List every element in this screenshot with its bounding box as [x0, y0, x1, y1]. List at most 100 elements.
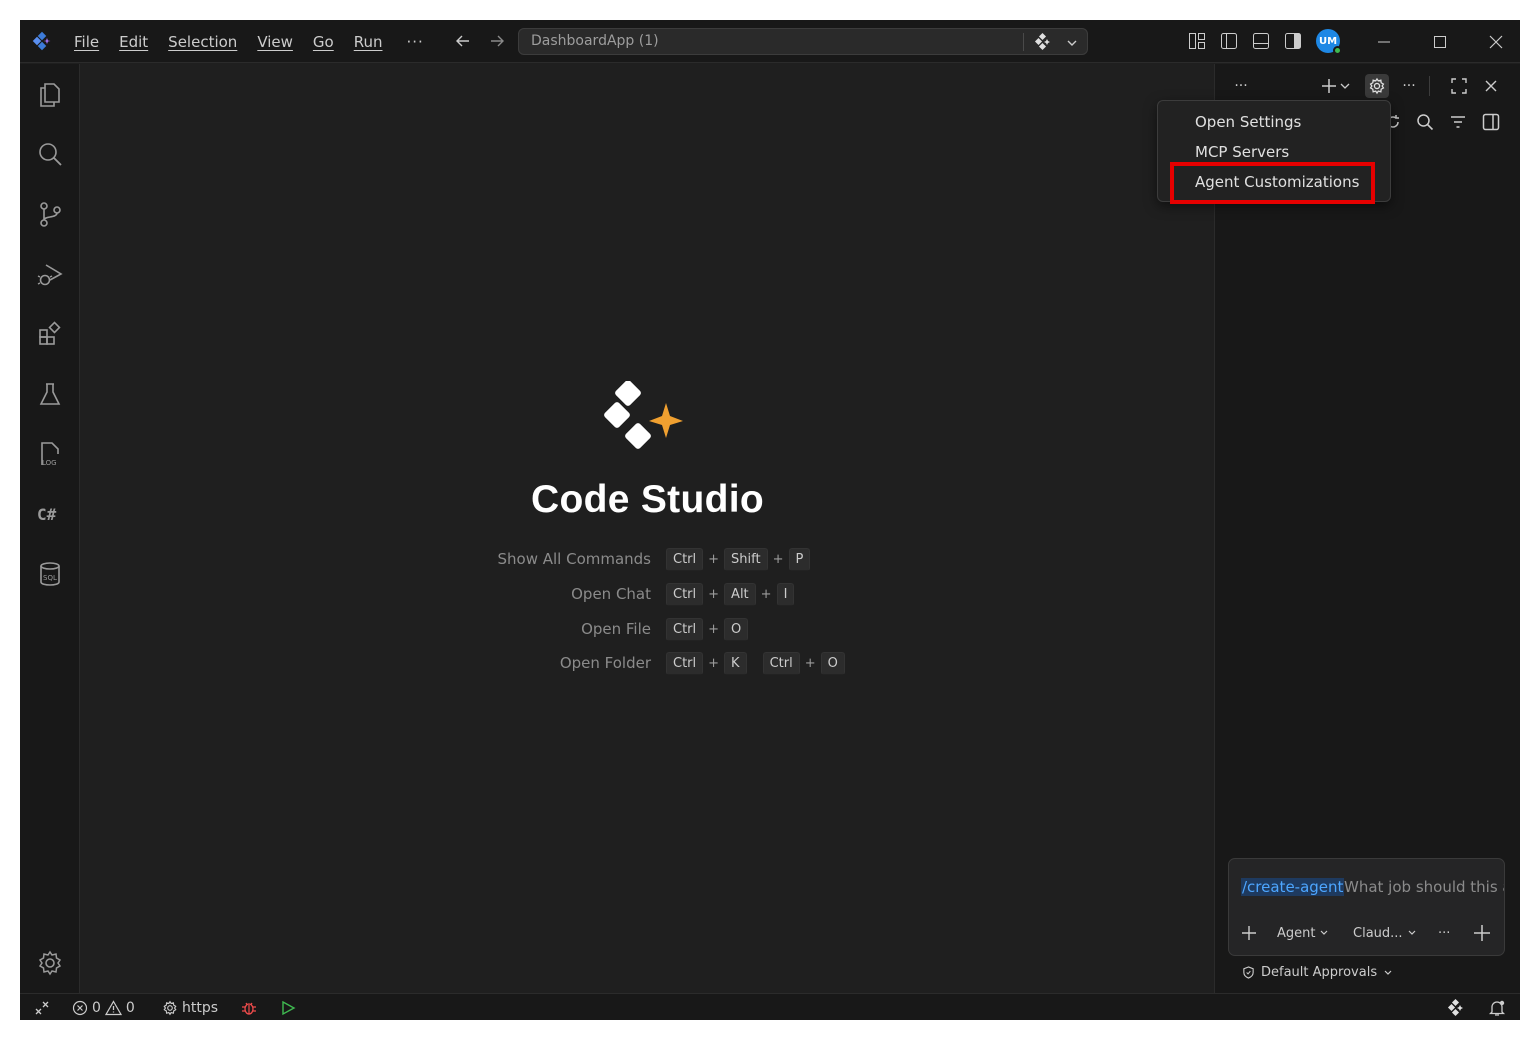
shortcut-label[interactable]: Show All Commands [497, 550, 651, 568]
menu-more-button[interactable]: ··· [393, 33, 438, 51]
shortcut-label[interactable]: Open File [581, 620, 651, 638]
csharp-icon[interactable]: C# [34, 498, 66, 530]
menu-view[interactable]: View [247, 33, 303, 51]
testing-flask-icon[interactable] [34, 378, 66, 410]
account-avatar[interactable]: UM [1316, 29, 1342, 55]
shortcut-row[interactable]: Open Chat Ctrl + Alt + I [381, 583, 981, 607]
menu-selection[interactable]: Selection [158, 33, 247, 51]
divider [1429, 76, 1430, 96]
online-status-icon [1333, 46, 1342, 55]
run-debug-icon[interactable] [34, 258, 66, 290]
log-file-icon[interactable]: LOG [34, 438, 66, 470]
workspace-title: DashboardApp (1) [531, 33, 659, 49]
menu-item-open-settings[interactable]: Open Settings [1195, 113, 1301, 131]
chat-tools-more-button[interactable]: ··· [1438, 921, 1450, 945]
highlight-annotation [1170, 162, 1375, 204]
menu-bar: File Edit Selection View Go Run ··· [64, 20, 438, 63]
explorer-icon[interactable] [34, 78, 66, 110]
filter-icon[interactable] [1446, 110, 1470, 134]
menu-item-mcp-servers[interactable]: MCP Servers [1195, 143, 1289, 161]
settings-gear-icon[interactable] [34, 947, 66, 979]
svg-text:C#: C# [37, 505, 57, 524]
notifications-bell-icon[interactable] [1488, 997, 1506, 1019]
search-icon[interactable] [34, 138, 66, 170]
model-label: Claud... [1353, 925, 1403, 941]
command-center[interactable]: DashboardApp (1) [518, 28, 1088, 55]
mode-picker[interactable]: Agent [1277, 921, 1329, 945]
chevron-down-icon[interactable] [1065, 35, 1079, 49]
maximize-icon[interactable] [1412, 20, 1468, 63]
views-more-button[interactable]: ··· [1229, 74, 1253, 98]
chevron-down-icon [1408, 930, 1415, 935]
shield-icon [1243, 966, 1254, 979]
status-bar: 0 0 https [20, 993, 1520, 1020]
key-cap: O [724, 618, 749, 641]
shortcut-label[interactable]: Open Folder [560, 654, 651, 672]
maximize-panel-icon[interactable] [1447, 74, 1471, 98]
toggle-primary-sidebar-icon[interactable] [1218, 29, 1240, 53]
menu-edit[interactable]: Edit [109, 33, 158, 51]
mode-label: Agent [1277, 925, 1316, 941]
toggle-sidebar-icon[interactable] [1479, 110, 1503, 134]
port-indicator[interactable]: https [162, 997, 218, 1019]
window-controls [1356, 20, 1520, 63]
toggle-panel-icon[interactable] [1250, 29, 1272, 53]
key-cap: Ctrl [762, 652, 800, 675]
gear-icon [163, 1000, 177, 1016]
divider [1023, 33, 1024, 51]
chat-more-button[interactable]: ··· [1397, 74, 1421, 98]
slash-command: /create-agent [1241, 878, 1345, 896]
shortcut-row[interactable]: Open File Ctrl + O [381, 618, 981, 642]
warning-count: 0 [125, 1000, 135, 1016]
source-control-icon[interactable] [34, 198, 66, 230]
close-panel-icon[interactable] [1479, 74, 1503, 98]
menu-run[interactable]: Run [344, 33, 393, 51]
chevron-down-icon [1384, 970, 1392, 975]
key-cap: O [820, 652, 845, 675]
code-studio-logo-icon [604, 380, 688, 461]
run-play-icon[interactable] [280, 997, 296, 1019]
menu-file[interactable]: File [64, 33, 109, 51]
customize-layout-icon[interactable] [1186, 29, 1208, 53]
problems-indicator[interactable]: 0 0 [72, 997, 135, 1019]
approvals-label: Default Approvals [1261, 965, 1378, 980]
key-cap: K [724, 652, 747, 675]
editor-welcome: Code Studio Show All Commands Ctrl + Shif… [81, 64, 1214, 993]
remote-indicator-icon[interactable] [34, 997, 50, 1019]
warning-icon [104, 1000, 122, 1016]
key-cap: Ctrl [666, 583, 704, 606]
chevron-down-icon[interactable] [1337, 74, 1353, 98]
model-picker[interactable]: Claud... [1353, 921, 1417, 945]
send-plus-icon[interactable] [1473, 921, 1491, 945]
copilot-icon[interactable] [1033, 32, 1053, 52]
shortcut-row[interactable]: Open Folder Ctrl + K Ctrl + O [381, 652, 981, 676]
key-cap: P [788, 548, 811, 571]
extensions-icon[interactable] [34, 318, 66, 350]
toggle-secondary-sidebar-icon[interactable] [1282, 29, 1304, 53]
chat-title-actions: ··· ··· [1215, 74, 1520, 98]
key-cap: Ctrl [666, 618, 704, 641]
database-sql-icon[interactable]: SQL [34, 558, 66, 590]
shortcut-keys: Ctrl + O [666, 618, 749, 641]
key-cap: I [776, 583, 795, 606]
copilot-status-icon[interactable] [1446, 997, 1466, 1019]
key-cap: Ctrl [666, 548, 704, 571]
chat-input-text[interactable]: What job should this a [1344, 878, 1504, 896]
shortcut-row[interactable]: Show All Commands Ctrl + Shift + P [381, 548, 981, 572]
port-label: https [182, 1000, 219, 1016]
debug-bug-icon[interactable] [240, 997, 258, 1019]
app-logo-icon [32, 31, 52, 51]
menu-go[interactable]: Go [303, 33, 344, 51]
shortcut-label[interactable]: Open Chat [571, 585, 651, 603]
error-count: 0 [92, 1000, 101, 1016]
close-window-icon[interactable] [1468, 20, 1520, 63]
chat-input-box[interactable]: /create-agent What job should this a Age… [1228, 858, 1505, 956]
minimize-icon[interactable] [1356, 20, 1412, 63]
forward-arrow-icon[interactable] [486, 30, 508, 52]
shortcut-keys: Ctrl + Alt + I [666, 583, 795, 606]
back-arrow-icon[interactable] [452, 30, 474, 52]
add-context-plus-icon[interactable] [1241, 921, 1257, 945]
approvals-picker[interactable]: Default Approvals [1242, 965, 1393, 980]
search-icon[interactable] [1413, 110, 1437, 134]
chat-settings-gear-icon[interactable] [1365, 74, 1389, 98]
